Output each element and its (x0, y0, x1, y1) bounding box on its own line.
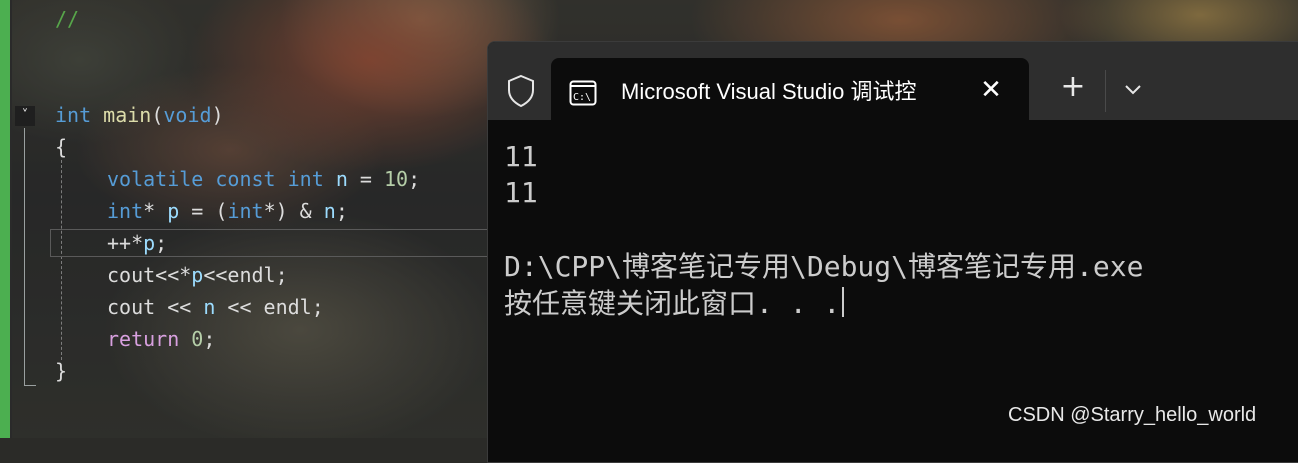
plus-icon[interactable]: + (1058, 72, 1088, 102)
chevron-down-icon[interactable] (1118, 74, 1148, 104)
terminal-icon: C:\ (569, 80, 597, 106)
gutter-divider (10, 0, 12, 438)
code-line-return: return 0; (107, 327, 216, 351)
code-line-increment: ++*p; (107, 231, 168, 255)
code-line-main: int main(void) (55, 103, 224, 127)
svg-text:C:\: C:\ (573, 92, 591, 103)
code-line-cout-n: cout << n << endl; (107, 295, 324, 319)
change-indicator-bar (0, 0, 10, 438)
terminal-tab[interactable]: C:\ Microsoft Visual Studio 调试控 ✕ (551, 58, 1029, 120)
output-line-path: D:\CPP\博客笔记专用\Debug\博客笔记专用.exe (504, 250, 1144, 283)
watermark: CSDN @Starry_hello_world (1008, 404, 1257, 426)
fold-end (24, 385, 36, 386)
code-editor[interactable]: // int main(void) { volatile const int n… (55, 0, 420, 383)
code-line-declare-n: volatile const int n = 10; (107, 167, 421, 191)
code-line-brace-open: { (55, 135, 68, 159)
tab-title: Microsoft Visual Studio 调试控 (621, 79, 917, 104)
text-cursor (842, 287, 845, 317)
terminal-tab-bar: C:\ Microsoft Visual Studio 调试控 ✕ + (488, 42, 1298, 120)
prompt-text: 按任意键关闭此窗口. . . (504, 287, 841, 320)
tab-separator (1105, 70, 1106, 112)
close-icon[interactable]: ✕ (977, 76, 1005, 104)
shield-icon[interactable] (506, 74, 536, 108)
code-line-brace-close: } (55, 359, 68, 383)
fold-line (24, 128, 25, 386)
code-line-comment: // (55, 7, 80, 31)
output-line-2: 11 (504, 176, 538, 209)
output-line-1: 11 (504, 140, 538, 173)
fold-toggle-icon[interactable]: ˅ (15, 106, 35, 126)
code-line-declare-p: int* p = (int*) & n; (107, 199, 348, 223)
terminal-window[interactable]: C:\ Microsoft Visual Studio 调试控 ✕ + 11 1… (487, 41, 1298, 463)
code-line-cout-p: cout<<*p<<endl; (107, 263, 288, 287)
output-line-prompt: 按任意键关闭此窗口. . . (504, 286, 845, 322)
